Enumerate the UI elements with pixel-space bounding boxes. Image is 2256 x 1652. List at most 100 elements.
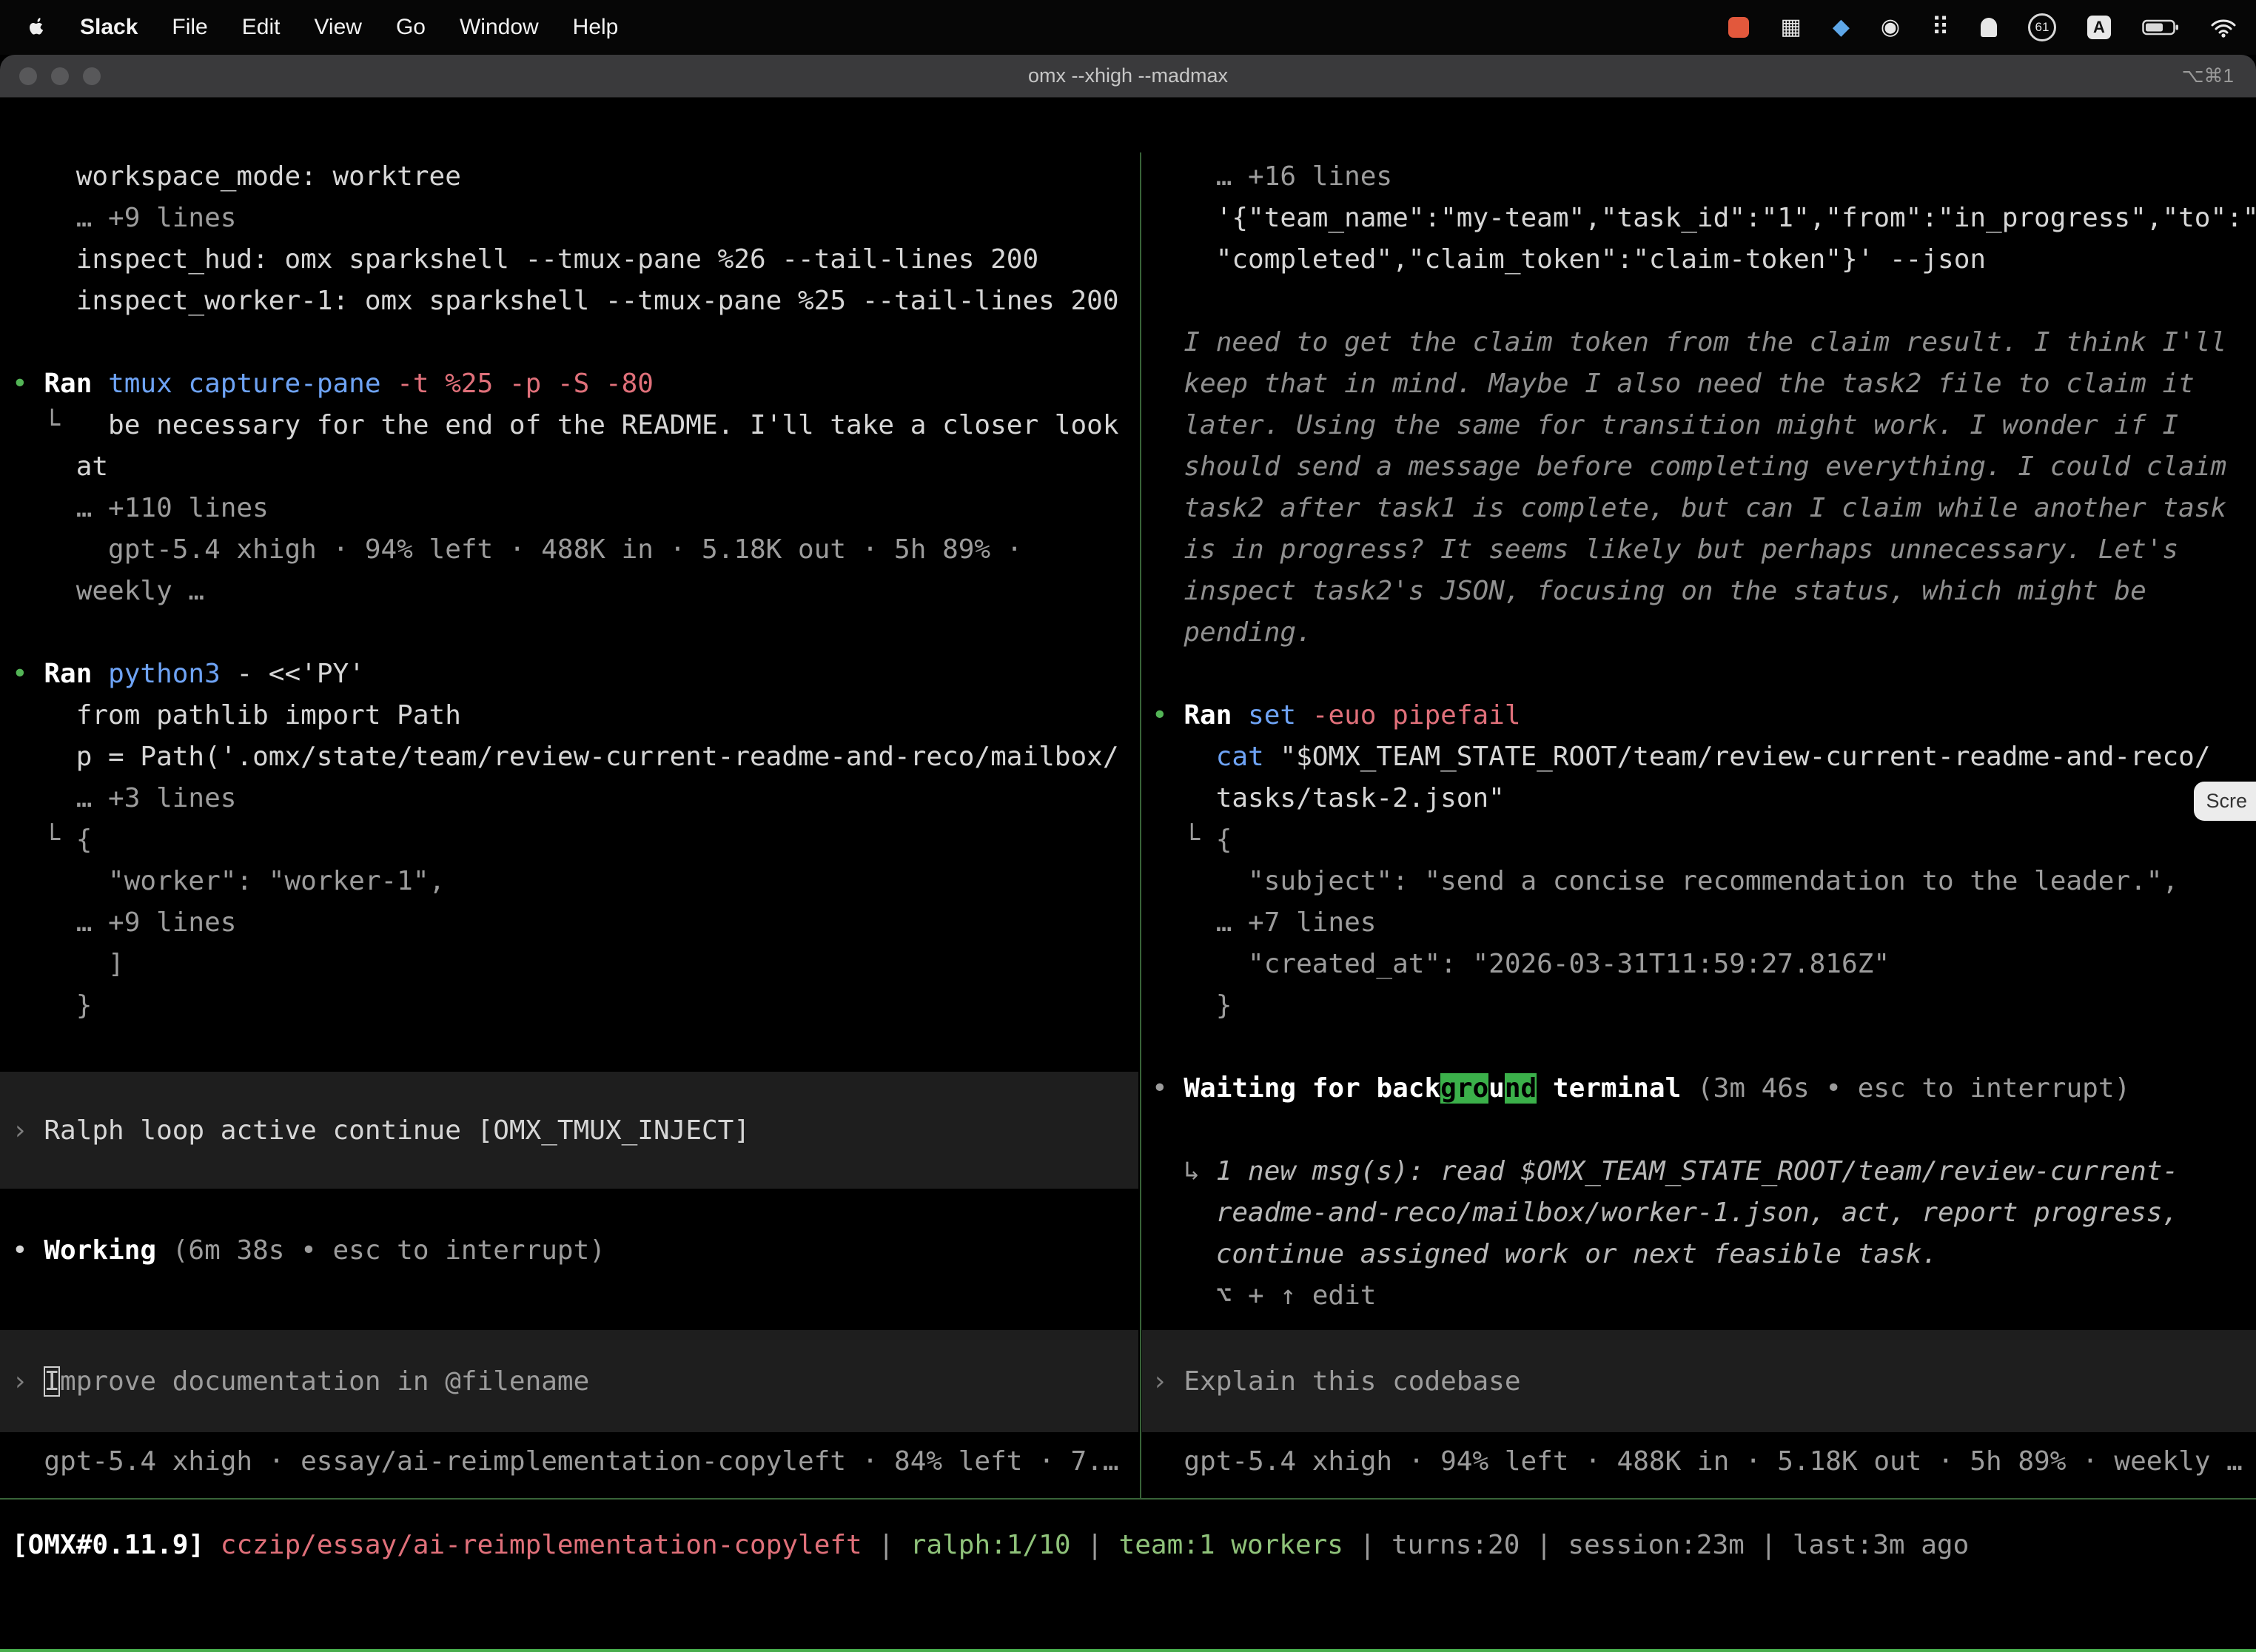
terminal-line xyxy=(12,612,1138,654)
terminal-line: └ { xyxy=(12,819,1138,861)
terminal-line: } xyxy=(12,985,1138,1027)
minimize-button[interactable] xyxy=(51,67,69,85)
tmux-status-bar: [omx-cczip0:bash* "MacBook-Pro-44.local"… xyxy=(0,1649,2256,1652)
terminal-line: at xyxy=(12,446,1138,488)
prompt-input[interactable]: › Ralph loop active continue [OMX_TMUX_I… xyxy=(0,1072,1138,1189)
terminal-line: inspect_hud: omx sparkshell --tmux-pane … xyxy=(12,239,1138,281)
terminal-line xyxy=(1152,654,2256,695)
terminal-line: inspect task2's JSON, focusing on the st… xyxy=(1152,571,2256,612)
terminal-line: "created_at": "2026-03-31T11:59:27.816Z" xyxy=(1152,944,2256,985)
input-source-letter: A xyxy=(2093,18,2105,37)
apps-grid-icon[interactable]: ⠿ xyxy=(1931,15,1950,40)
tmux-pane-right[interactable]: … +16 lines '{"team_name":"my-team","tas… xyxy=(1142,152,2256,1498)
screen-notification-overlay: Scre xyxy=(2194,782,2256,821)
terminal-line: └ be necessary for the end of the README… xyxy=(12,405,1138,446)
menu-item-window[interactable]: Window xyxy=(460,15,539,40)
terminal-line: • Waiting for background terminal (3m 46… xyxy=(1152,1068,2256,1109)
prompt-input[interactable]: › Improve documentation in @filename xyxy=(0,1330,1138,1432)
droplet-icon[interactable]: ◆ xyxy=(1833,16,1850,38)
terminal-line: [OMX#0.11.9] cczip/essay/ai-reimplementa… xyxy=(12,1525,2256,1566)
terminal-line: inspect_worker-1: omx sparkshell --tmux-… xyxy=(12,281,1138,322)
terminal-line: p = Path('.omx/state/team/review-current… xyxy=(12,736,1138,778)
wifi-icon[interactable] xyxy=(2210,18,2237,38)
camera-icon[interactable]: ◉ xyxy=(1881,16,1900,38)
terminal-line: I need to get the claim token from the c… xyxy=(1152,322,2256,363)
menu-app-name[interactable]: Slack xyxy=(80,15,138,40)
menubar: Slack File Edit View Go Window Help ▦ ◆ … xyxy=(0,0,2256,55)
terminal-line: readme-and-reco/mailbox/worker-1.json, a… xyxy=(1152,1192,2256,1234)
terminal-line xyxy=(1152,1109,2256,1151)
zoom-button[interactable] xyxy=(83,67,101,85)
battery-icon[interactable] xyxy=(2142,19,2179,36)
menu-item-go[interactable]: Go xyxy=(396,15,426,40)
terminal-line: "worker": "worker-1", xyxy=(12,861,1138,902)
screen-recording-indicator[interactable] xyxy=(1728,17,1749,38)
menubar-status-area: ▦ ◆ ◉ ⠿ 61 A xyxy=(1728,13,2256,41)
terminal-line: from pathlib import Path xyxy=(12,695,1138,736)
window-title: omx --xhigh --madmax xyxy=(1028,64,1228,87)
menu-item-edit[interactable]: Edit xyxy=(242,15,281,40)
window-shortcut: ⌥⌘1 xyxy=(2182,64,2234,87)
terminal-window: omx --xhigh --madmax ⌥⌘1 workspace_mode:… xyxy=(0,55,2256,1652)
traffic-lights xyxy=(19,55,101,98)
menubar-left: Slack File Edit View Go Window Help xyxy=(0,15,618,40)
terminal-line: should send a message before completing … xyxy=(1152,446,2256,488)
terminal-line: • Ran python3 - <<'PY' xyxy=(12,654,1138,695)
apple-menu[interactable] xyxy=(28,17,46,38)
prompt-input[interactable]: › Explain this codebase xyxy=(1142,1330,2256,1432)
terminal-line: … +9 lines xyxy=(12,902,1138,944)
terminal-line: '{"team_name":"my-team","task_id":"1","f… xyxy=(1152,198,2256,239)
keyboard-grid-icon[interactable]: ▦ xyxy=(1780,16,1801,38)
terminal-line: • Ran tmux capture-pane -t %25 -p -S -80 xyxy=(12,363,1138,405)
terminal-line: task2 after task1 is complete, but can I… xyxy=(1152,488,2256,529)
terminal-line: cat "$OMX_TEAM_STATE_ROOT/team/review-cu… xyxy=(1152,736,2256,778)
terminal-line: … +7 lines xyxy=(1152,902,2256,944)
terminal-line: gpt-5.4 xhigh · essay/ai-reimplementatio… xyxy=(12,1441,1138,1483)
pane-divider-vertical[interactable] xyxy=(1140,152,1141,1498)
terminal-line: continue assigned work or next feasible … xyxy=(1152,1234,2256,1275)
terminal-line: ⌥ + ↑ edit xyxy=(1152,1275,2256,1317)
menu-item-help[interactable]: Help xyxy=(573,15,619,40)
battery-percent-badge[interactable]: 61 xyxy=(2028,13,2056,41)
terminal-line: "subject": "send a concise recommendatio… xyxy=(1152,861,2256,902)
close-button[interactable] xyxy=(19,67,37,85)
terminal-line: keep that in mind. Maybe I also need the… xyxy=(1152,363,2256,405)
terminal-line xyxy=(1152,281,2256,322)
terminal-line: tasks/task-2.json" xyxy=(1152,778,2256,819)
apple-icon xyxy=(28,17,46,38)
terminal-line: workspace_mode: worktree xyxy=(12,156,1138,198)
omx-hud-line: [OMX#0.11.9] cczip/essay/ai-reimplementa… xyxy=(12,1525,2256,1566)
terminal-line: … +9 lines xyxy=(12,198,1138,239)
terminal-line: ↳ 1 new msg(s): read $OMX_TEAM_STATE_ROO… xyxy=(1152,1151,2256,1192)
terminal-line: … +110 lines xyxy=(12,488,1138,529)
terminal-line: is in progress? It seems likely but perh… xyxy=(1152,529,2256,571)
terminal-line: later. Using the same for transition mig… xyxy=(1152,405,2256,446)
terminal-line xyxy=(12,322,1138,363)
tmux-pane-left[interactable]: workspace_mode: worktree … +9 lines insp… xyxy=(0,152,1138,1498)
terminal-line: "completed","claim_token":"claim-token"}… xyxy=(1152,239,2256,281)
menu-item-view[interactable]: View xyxy=(314,15,361,40)
battery-percent-value: 61 xyxy=(2035,20,2049,35)
terminal-line: weekly … xyxy=(12,571,1138,612)
terminal-line: … +3 lines xyxy=(12,778,1138,819)
terminal-line xyxy=(12,1189,1138,1230)
terminal-line: } xyxy=(1152,985,2256,1027)
terminal-line xyxy=(1152,1027,2256,1068)
terminal-line: gpt-5.4 xhigh · 94% left · 488K in · 5.1… xyxy=(1152,1441,2256,1483)
pane-divider-horizontal xyxy=(0,1498,2256,1500)
input-source-badge[interactable]: A xyxy=(2087,16,2111,39)
terminal-line: gpt-5.4 xhigh · 94% left · 488K in · 5.1… xyxy=(12,529,1138,571)
terminal-line: • Ran set -euo pipefail xyxy=(1152,695,2256,736)
terminal-line: └ { xyxy=(1152,819,2256,861)
terminal-line: ] xyxy=(12,944,1138,985)
terminal-line: pending. xyxy=(1152,612,2256,654)
ghost-icon[interactable] xyxy=(1981,18,1997,37)
terminal-line: • Working (6m 38s • esc to interrupt) xyxy=(12,1230,1138,1272)
terminal-line: … +16 lines xyxy=(1152,156,2256,198)
terminal: workspace_mode: worktree … +9 lines insp… xyxy=(0,152,2256,1652)
terminal-line xyxy=(12,1272,1138,1313)
window-titlebar[interactable]: omx --xhigh --madmax ⌥⌘1 xyxy=(0,55,2256,98)
terminal-line xyxy=(12,1027,1138,1068)
screen: Slack File Edit View Go Window Help ▦ ◆ … xyxy=(0,0,2256,1652)
menu-item-file[interactable]: File xyxy=(172,15,207,40)
